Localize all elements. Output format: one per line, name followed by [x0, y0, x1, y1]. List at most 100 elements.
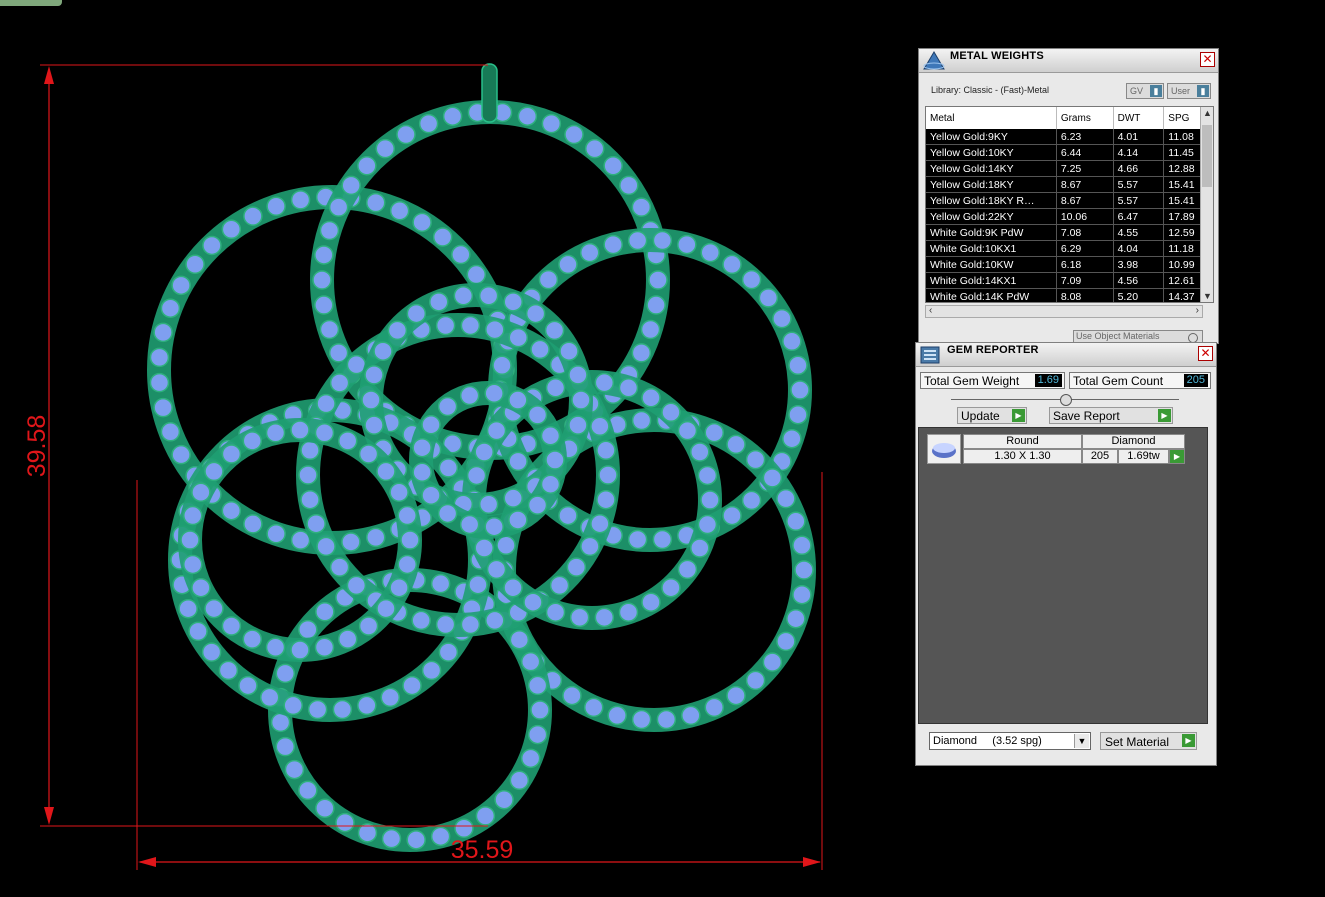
set-material-button-label: Set Material: [1105, 735, 1170, 749]
gem-stone: [530, 339, 550, 360]
gem-stone: [631, 709, 652, 730]
gem-stone: [298, 619, 318, 640]
gem-stone: [619, 175, 639, 196]
gem-stone: [275, 663, 296, 684]
column-header-grams[interactable]: Grams: [1056, 107, 1114, 129]
gem-stone: [430, 573, 451, 594]
gem-stone: [346, 575, 367, 596]
gem-stone: [690, 442, 710, 462]
gem-stone: [438, 458, 459, 478]
gem-stone: [389, 482, 409, 503]
gem-stone: [300, 440, 320, 461]
gem-stone: [265, 423, 286, 443]
gem-stone: [451, 244, 471, 265]
gem-stone: [412, 437, 432, 458]
gem-stone: [704, 422, 725, 443]
gem-stone: [397, 554, 417, 575]
gem-stone: [411, 610, 431, 631]
gem-stone: [788, 404, 808, 425]
gem-reporter-close-button[interactable]: ✕: [1198, 346, 1213, 361]
gem-stone: [290, 190, 311, 210]
gem-reporter-titlebar[interactable]: GEM REPORTER ✕: [916, 343, 1216, 367]
gem-stone: [788, 355, 808, 376]
metal-table-row[interactable]: Yellow Gold:22KY 10.06 6.47 17.89: [926, 208, 1213, 225]
metal-table-horizontal-scrollbar[interactable]: ‹ ›: [925, 305, 1203, 318]
gem-stone: [183, 505, 203, 526]
column-header-dwt[interactable]: DWT: [1113, 107, 1165, 129]
play-icon: ▶: [1012, 409, 1025, 422]
gem-stone: [221, 616, 242, 636]
metal-table-cell: 10.06: [1056, 208, 1114, 225]
user-toggle[interactable]: User ▮: [1167, 83, 1211, 99]
gem-stone: [590, 513, 610, 534]
gem-stone: [484, 383, 504, 404]
gem-stone: [545, 602, 566, 622]
metal-table-row[interactable]: White Gold:10KX1 6.29 4.04 11.18: [926, 240, 1213, 257]
gem-reporter-title: GEM REPORTER: [947, 344, 1039, 356]
user-toggle-label: User: [1171, 86, 1191, 96]
set-material-button[interactable]: Set Material ▶: [1100, 732, 1197, 750]
metal-table-row[interactable]: Yellow Gold:18KY 8.67 5.57 15.41: [926, 176, 1213, 193]
scroll-left-icon[interactable]: ‹: [929, 305, 932, 316]
gem-stone: [266, 196, 286, 217]
metal-weights-titlebar[interactable]: METAL WEIGHTS ✕: [919, 49, 1218, 73]
metal-table-row[interactable]: White Gold:9K PdW 7.08 4.55 12.59: [926, 224, 1213, 241]
gem-stone: [435, 614, 456, 635]
gem-stone: [329, 373, 350, 393]
metal-table-row[interactable]: Yellow Gold:10KY 6.44 4.14 11.45: [926, 144, 1213, 161]
gem-stone: [153, 397, 173, 418]
metal-table-cell: 3.98: [1113, 256, 1165, 273]
gem-stone: [492, 355, 512, 376]
gem-stone: [631, 197, 652, 217]
gem-stone: [460, 315, 481, 336]
gem-stone: [478, 494, 499, 514]
pendant-model-canvas[interactable]: 39.58 35.59: [0, 0, 910, 897]
gem-stone: [745, 449, 766, 470]
gem-stone: [242, 431, 263, 451]
column-header-metal[interactable]: Metal: [926, 107, 1057, 129]
metal-table-row[interactable]: White Gold:14KX1 7.09 4.56 12.61: [926, 272, 1213, 289]
gem-stone: [442, 106, 463, 126]
material-dropdown[interactable]: Diamond (3.52 spg) ▼: [929, 732, 1091, 750]
gem-stone: [569, 607, 590, 628]
metal-table-vertical-scrollbar[interactable]: ▲ ▼: [1200, 107, 1213, 302]
collapse-handle[interactable]: [1060, 394, 1072, 406]
gem-stone: [726, 434, 746, 455]
gem-stone: [418, 113, 439, 134]
gem-stone: [275, 736, 296, 757]
gem-stone: [558, 254, 578, 275]
pendant-bail: [481, 63, 498, 123]
scroll-up-icon[interactable]: ▲: [1203, 108, 1212, 118]
metal-table-cell: Yellow Gold:9KY: [926, 129, 1057, 145]
gem-stone: [437, 503, 458, 524]
gem-stone: [792, 584, 812, 605]
gv-toggle[interactable]: GV ▮: [1126, 83, 1164, 99]
metal-table-row[interactable]: Yellow Gold:14KY 7.25 4.66 12.88: [926, 160, 1213, 177]
gem-stone: [762, 468, 783, 488]
gem-stone: [690, 538, 710, 558]
save-report-button[interactable]: Save Report ▶: [1049, 407, 1173, 424]
scroll-right-icon[interactable]: ›: [1196, 305, 1199, 316]
gem-stone: [358, 444, 379, 464]
scroll-down-icon[interactable]: ▼: [1203, 291, 1212, 301]
metal-table-row[interactable]: Yellow Gold:18KY R… 8.67 5.57 15.41: [926, 192, 1213, 209]
gem-stone: [180, 530, 200, 550]
gem-stone: [722, 254, 742, 275]
metal-table-row[interactable]: White Gold:10KW 6.18 3.98 10.99: [926, 256, 1213, 273]
gem-stone: [538, 269, 559, 290]
gem-stone: [341, 175, 361, 196]
gem-stone: [243, 514, 263, 534]
update-button[interactable]: Update ▶: [957, 407, 1027, 424]
scrollbar-thumb[interactable]: [1202, 125, 1212, 187]
gem-stone: [400, 530, 420, 550]
gem-stone: [559, 341, 579, 361]
metal-table-row[interactable]: Yellow Gold:9KY 6.23 4.01 11.08: [926, 129, 1213, 145]
gem-stone: [661, 577, 681, 598]
gem-stone: [364, 365, 384, 385]
gem-stone: [571, 390, 591, 410]
gem-stone: [627, 230, 648, 251]
metal-weights-close-button[interactable]: ✕: [1200, 52, 1215, 67]
chevron-down-icon[interactable]: ▼: [1074, 734, 1089, 748]
gem-select-button[interactable]: ▶: [1169, 449, 1185, 464]
metal-table-row[interactable]: White Gold:14K PdW 8.08 5.20 14.37: [926, 288, 1213, 302]
